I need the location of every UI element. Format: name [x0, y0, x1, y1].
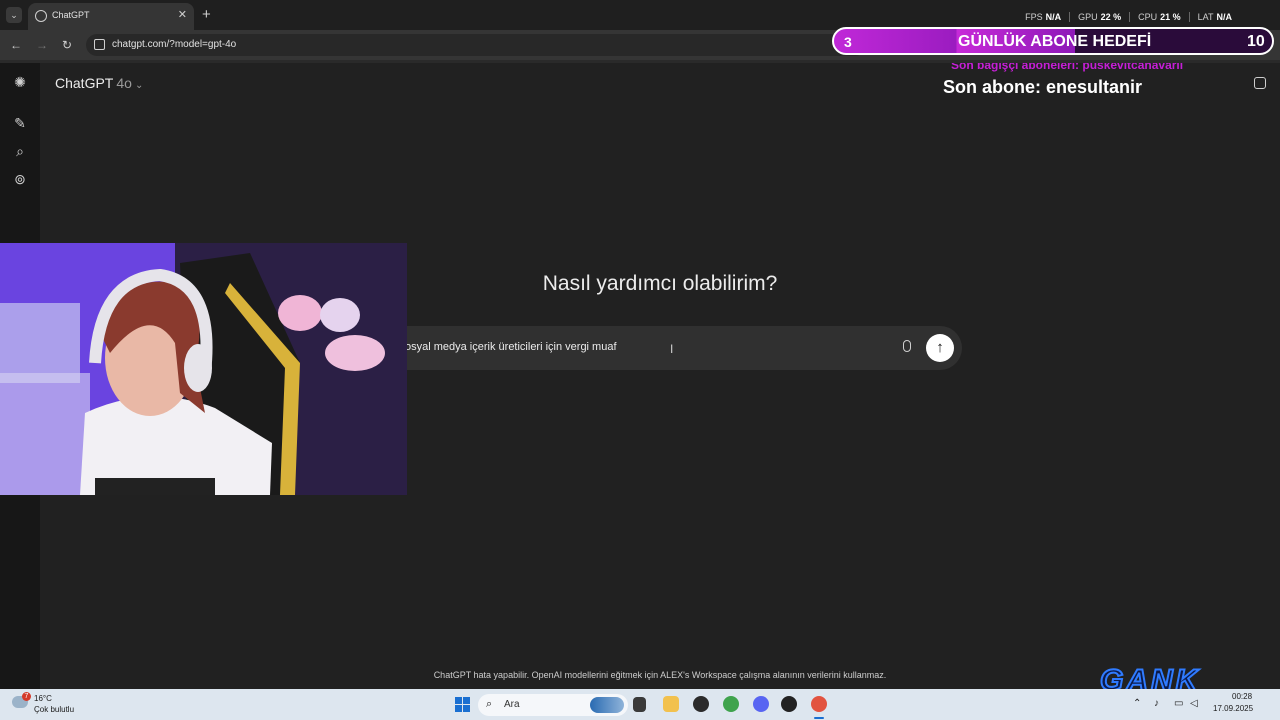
- perf-cpu: CPU 21 %: [1138, 12, 1181, 22]
- screen: ⌄ ChatGPT ✕ + FPS N/A GPU 22 % CPU 21 % LAT…: [0, 0, 1280, 720]
- plush-toy: [278, 295, 322, 331]
- search-icon[interactable]: ⌕: [12, 143, 28, 159]
- g-app-icon[interactable]: [781, 696, 797, 712]
- perf-gpu: GPU 22 %: [1078, 12, 1122, 22]
- last-subscriber: Son abone: enesultanir: [943, 77, 1143, 97]
- perf-divider: [1129, 12, 1131, 22]
- model-name: ChatGPT: [55, 75, 114, 91]
- search-highlight-image: [590, 697, 624, 713]
- tray-volume-icon[interactable]: ◁: [1190, 698, 1198, 709]
- weather-description[interactable]: Çok bulutlu: [34, 705, 74, 714]
- perf-divider: [1188, 12, 1190, 22]
- tab-close-icon[interactable]: ✕: [178, 8, 187, 21]
- windows-taskbar: 7 16°C Çok bulutlu ⌕ Ara ⌃ ♪ ▭ ◁ 00:28 1…: [0, 689, 1280, 720]
- tab-search-chevron-icon[interactable]: ⌄: [6, 7, 22, 23]
- mic-icon[interactable]: [903, 340, 911, 352]
- cabinet: [0, 373, 90, 495]
- plush-toy: [325, 335, 385, 371]
- tray-mic-icon[interactable]: ♪: [1154, 698, 1159, 709]
- clock-date[interactable]: 17.09.2025: [1213, 704, 1253, 713]
- site-info-icon[interactable]: [94, 39, 105, 50]
- address-bar[interactable]: chatgpt.com/?model=gpt-4o: [86, 34, 866, 56]
- tray-chevron-up-icon[interactable]: ⌃: [1133, 698, 1141, 709]
- new-tab-plus-icon[interactable]: +: [202, 6, 211, 23]
- aquarium: [0, 303, 80, 383]
- text-cursor-icon: I: [670, 342, 674, 356]
- browser-tab-strip: ⌄ ChatGPT ✕ + FPS N/A GPU 22 % CPU 21 % LAT…: [0, 0, 1280, 30]
- chevron-down-icon: ⌄: [134, 80, 144, 91]
- library-icon[interactable]: ⊚: [12, 171, 28, 187]
- tray-network-icon[interactable]: ▭: [1174, 698, 1183, 709]
- chrome-active-icon[interactable]: [811, 696, 827, 712]
- webcam-feed: [0, 243, 407, 495]
- chatgpt-logo-icon[interactable]: ✺: [12, 74, 28, 90]
- send-button[interactable]: ↑: [926, 334, 954, 362]
- active-app-indicator: [814, 717, 824, 719]
- new-chat-icon[interactable]: ✎: [12, 115, 28, 131]
- prompt-input[interactable]: osyal medya içerik üreticileri için verg…: [405, 341, 617, 353]
- clock-time[interactable]: 00:28: [1232, 692, 1252, 701]
- search-icon: ⌕: [486, 698, 493, 710]
- reload-icon[interactable]: ↻: [62, 38, 72, 52]
- chrome-icon[interactable]: [723, 696, 739, 712]
- perf-fps: FPS N/A: [1025, 12, 1062, 22]
- keyboard: [95, 478, 215, 495]
- goal-label: GÜNLÜK ABONE HEDEFİ: [958, 33, 1152, 50]
- goal-current-count: 3: [844, 34, 852, 50]
- discord-icon[interactable]: [753, 696, 769, 712]
- perf-lat: LAT N/A: [1197, 12, 1232, 22]
- steam-icon[interactable]: [693, 696, 709, 712]
- page-top-divider: [0, 60, 1280, 63]
- perf-divider: [1069, 12, 1071, 22]
- weather-alert-badge: 7: [22, 692, 31, 701]
- performance-overlay: FPS N/A GPU 22 % CPU 21 % LAT N/A: [1025, 12, 1232, 22]
- model-selector[interactable]: ChatGPT 4o ⌄: [55, 75, 143, 91]
- task-view-icon[interactable]: [633, 697, 646, 712]
- url-text: chatgpt.com/?model=gpt-4o: [112, 39, 237, 50]
- tab-title: ChatGPT: [52, 10, 90, 20]
- model-version: 4o: [116, 75, 132, 91]
- webcam-scene: [0, 243, 407, 495]
- disclaimer-text: ChatGPT hata yapabilir. OpenAI modelleri…: [433, 670, 887, 680]
- tab-chatgpt[interactable]: ChatGPT ✕: [28, 3, 194, 30]
- plush-toy: [320, 298, 360, 332]
- taskbar-search[interactable]: ⌕ Ara: [478, 694, 628, 716]
- prompt-composer[interactable]: osyal medya içerik üreticileri için verg…: [360, 326, 962, 370]
- subscriber-goal-bar: 3 GÜNLÜK ABONE HEDEFİ 10: [832, 27, 1274, 55]
- forward-arrow-icon[interactable]: →: [36, 38, 48, 52]
- weather-temperature[interactable]: 16°C: [34, 694, 52, 703]
- temporary-chat-icon[interactable]: [1254, 77, 1266, 89]
- headphone-cup: [184, 344, 212, 392]
- goal-target-count: 10: [1247, 33, 1265, 50]
- back-arrow-icon[interactable]: ←: [10, 38, 22, 52]
- search-placeholder: Ara: [504, 699, 520, 710]
- windows-start-icon[interactable]: [455, 697, 470, 712]
- chatgpt-favicon-icon: [35, 10, 47, 22]
- file-explorer-icon[interactable]: [663, 696, 679, 712]
